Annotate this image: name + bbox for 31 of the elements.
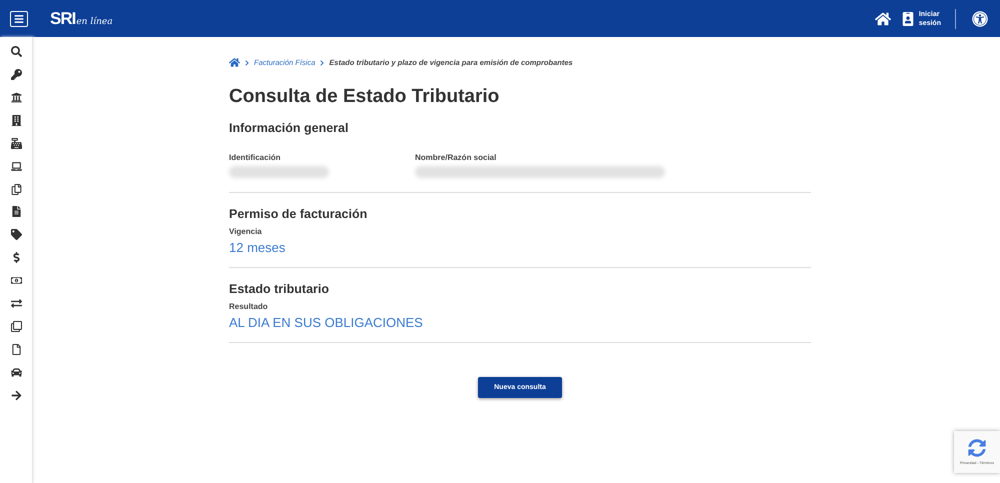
note-icon[interactable]: [10, 342, 22, 358]
docs-icon[interactable]: [10, 181, 22, 197]
home-icon[interactable]: [229, 57, 240, 68]
building-icon[interactable]: [10, 112, 22, 128]
page-title: Consulta de Estado Tributario: [229, 86, 500, 108]
accessibility-icon[interactable]: [972, 10, 988, 26]
chevron-icon: [244, 60, 250, 66]
field-label: Vigencia: [229, 227, 263, 236]
home-icon[interactable]: [874, 10, 891, 26]
section-heading: Permiso de facturación: [229, 207, 368, 221]
logo-brand: SRI: [50, 8, 76, 28]
menu-button[interactable]: [10, 10, 28, 26]
section-heading: Información general: [229, 121, 350, 135]
recaptcha-icon: [968, 439, 986, 457]
field-value: 12 meses: [229, 240, 286, 255]
field-label: Identificación: [229, 153, 282, 162]
file-icon[interactable]: [10, 204, 22, 220]
menu-icon: [14, 14, 24, 24]
logo-tagline: en línea: [76, 16, 113, 26]
copy-icon[interactable]: [10, 318, 22, 334]
tag-icon[interactable]: [10, 227, 22, 243]
field-label: Resultado: [229, 302, 269, 311]
register-icon[interactable]: [10, 136, 22, 152]
key-icon[interactable]: [10, 66, 22, 82]
field-label: Nombre/Razón social: [415, 153, 498, 162]
dollar-icon[interactable]: [10, 250, 22, 266]
field-value: AL DIA EN SUS OBLIGACIONES: [229, 315, 423, 330]
section-heading: Estado tributario: [229, 282, 330, 296]
search-icon[interactable]: [10, 44, 22, 60]
chevron-icon: [319, 60, 326, 66]
id-card-icon: [900, 12, 915, 26]
